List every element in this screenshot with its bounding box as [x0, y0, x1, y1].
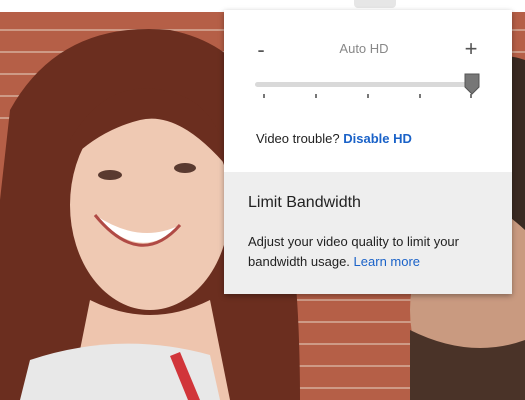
learn-more-link[interactable]: Learn more — [354, 254, 420, 269]
video-trouble-text: Video trouble? — [256, 131, 340, 146]
decrease-quality-button[interactable]: - — [254, 39, 268, 61]
quality-slider-track[interactable] — [255, 82, 471, 87]
slider-tick — [315, 94, 317, 98]
limit-bandwidth-title: Limit Bandwidth — [248, 194, 361, 211]
limit-bandwidth-section: Limit Bandwidth Adjust your video qualit… — [224, 172, 512, 294]
slider-tick — [419, 94, 421, 98]
video-trouble-line: Video trouble? Disable HD — [256, 131, 412, 146]
quality-section: - Auto HD + Video trouble? Disable HD — [224, 10, 512, 172]
increase-quality-button[interactable]: + — [462, 38, 480, 60]
slider-tick — [367, 94, 369, 98]
limit-bandwidth-description: Adjust your video quality to limit your … — [248, 232, 508, 272]
popover-anchor — [354, 0, 396, 8]
disable-hd-link[interactable]: Disable HD — [343, 131, 412, 146]
settings-popover: - Auto HD + Video trouble? Disable HD Li… — [224, 10, 512, 294]
slider-tick — [263, 94, 265, 98]
slider-thumb-icon[interactable] — [464, 73, 480, 95]
quality-label: Auto HD — [339, 41, 389, 56]
